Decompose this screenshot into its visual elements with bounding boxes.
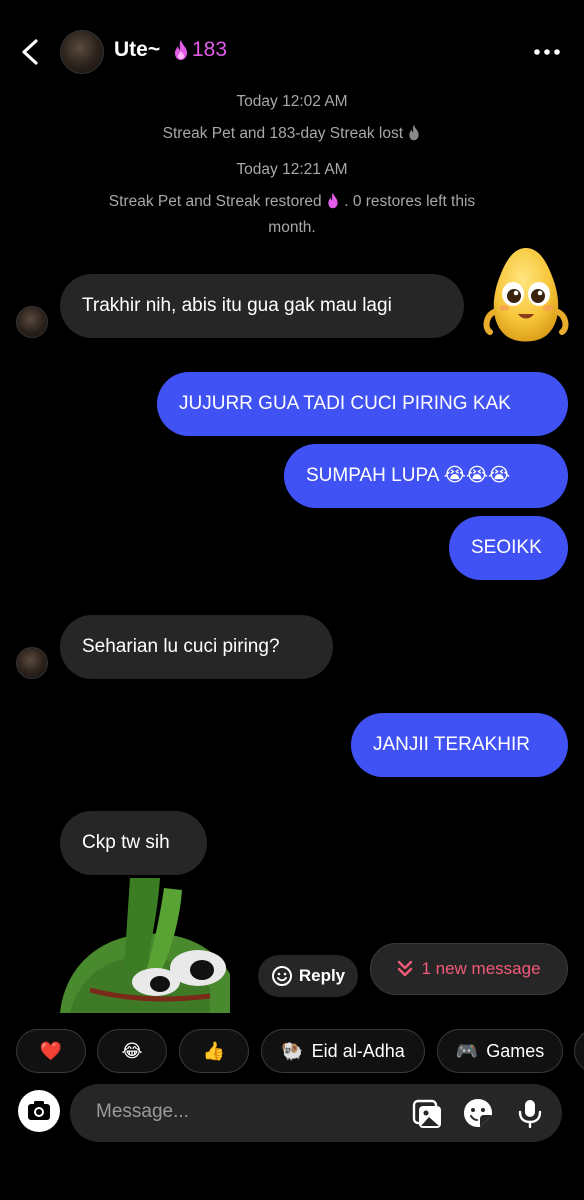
outgoing-message[interactable]: JANJII TERAKHIR	[351, 713, 568, 777]
incoming-message[interactable]: Seharian lu cuci piring?	[60, 615, 333, 679]
reply-label: Reply	[298, 966, 346, 985]
reaction-thumbs-up[interactable]: 👍	[179, 1029, 249, 1073]
streak-pet-icon[interactable]	[482, 242, 570, 350]
contact-name[interactable]: Ute~	[114, 38, 160, 62]
frog-sticker-icon[interactable]	[60, 878, 230, 1013]
more-icon[interactable]	[532, 40, 562, 64]
reaction-eid-al-adha[interactable]: 🐏 Eid al-Adha	[261, 1029, 425, 1073]
reaction-heart[interactable]: ❤️	[16, 1029, 86, 1073]
sticker-icon[interactable]	[462, 1097, 494, 1129]
new-message-label: 1 new message	[421, 959, 541, 978]
reaction-more[interactable]	[574, 1029, 584, 1073]
back-icon[interactable]	[18, 38, 44, 66]
quick-reactions-bar: ❤️ 😂 👍 🐏 Eid al-Adha 🎮 Games	[0, 1029, 584, 1073]
flame-icon	[328, 192, 338, 209]
camera-icon[interactable]	[18, 1090, 60, 1132]
outgoing-message[interactable]: SUMPAH LUPA 😭😭😭	[284, 444, 568, 508]
system-message: Streak Pet and 183-day Streak lost	[80, 121, 504, 147]
reaction-laugh[interactable]: 😂	[97, 1029, 167, 1073]
sender-avatar[interactable]	[16, 306, 48, 338]
timestamp: Today 12:02 AM	[236, 93, 348, 110]
avatar[interactable]	[60, 30, 104, 74]
reply-button[interactable]: Reply	[258, 955, 358, 997]
incoming-message[interactable]: Ckp tw sih	[60, 811, 207, 875]
chevron-double-down-icon	[398, 960, 413, 977]
timestamp: Today 12:21 AM	[236, 161, 348, 178]
reply-smiley-icon	[271, 966, 292, 986]
flame-icon	[175, 40, 187, 60]
outgoing-message[interactable]: SEOIKK	[449, 516, 568, 580]
message-placeholder: Message...	[96, 1101, 189, 1122]
sender-avatar[interactable]	[16, 647, 48, 679]
streak-badge[interactable]: 183	[172, 38, 227, 62]
streak-count: 183	[192, 38, 228, 61]
gallery-icon[interactable]	[410, 1097, 442, 1129]
chat-header: Ute~ 183	[0, 0, 584, 100]
system-message: Streak Pet and Streak restored . 0 resto…	[108, 192, 476, 236]
reaction-games[interactable]: 🎮 Games	[437, 1029, 563, 1073]
microphone-icon[interactable]	[514, 1097, 546, 1129]
incoming-message[interactable]: Trakhir nih, abis itu gua gak mau lagi	[60, 274, 464, 338]
new-message-button[interactable]: 1 new message	[370, 943, 568, 995]
outgoing-message[interactable]: JUJURR GUA TADI CUCI PIRING KAK	[157, 372, 568, 436]
flame-icon	[409, 124, 419, 141]
